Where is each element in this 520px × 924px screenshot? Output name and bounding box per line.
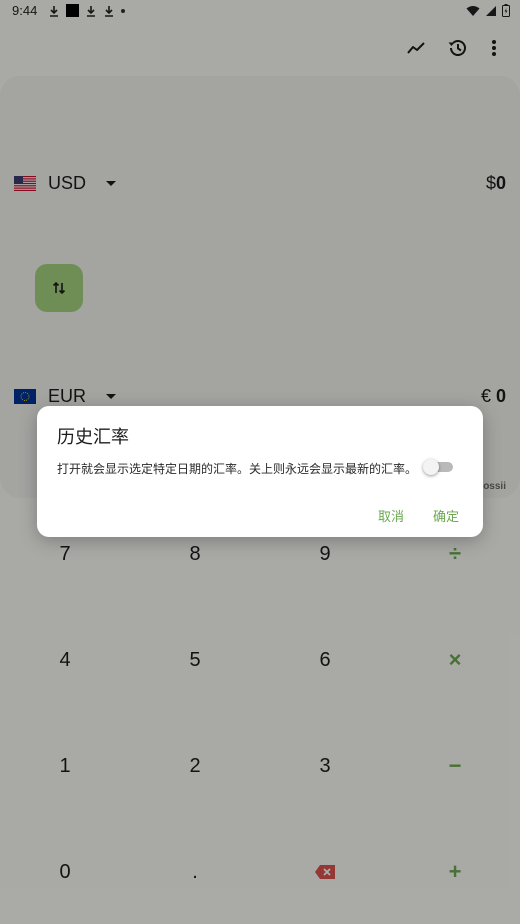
dialog-title: 历史汇率 — [57, 427, 129, 447]
dialog-message: 打开就会显示选定特定日期的汇率。关上则永远会显示最新的汇率。 — [57, 462, 418, 476]
confirm-button[interactable]: 确定 — [433, 506, 459, 525]
historical-rate-dialog: 历史汇率 打开就会显示选定特定日期的汇率。关上则永远会显示最新的汇率。 取消 确… — [37, 406, 483, 537]
cancel-button[interactable]: 取消 — [378, 506, 404, 525]
switch-thumb — [423, 459, 439, 475]
historical-rate-switch[interactable] — [423, 459, 453, 475]
